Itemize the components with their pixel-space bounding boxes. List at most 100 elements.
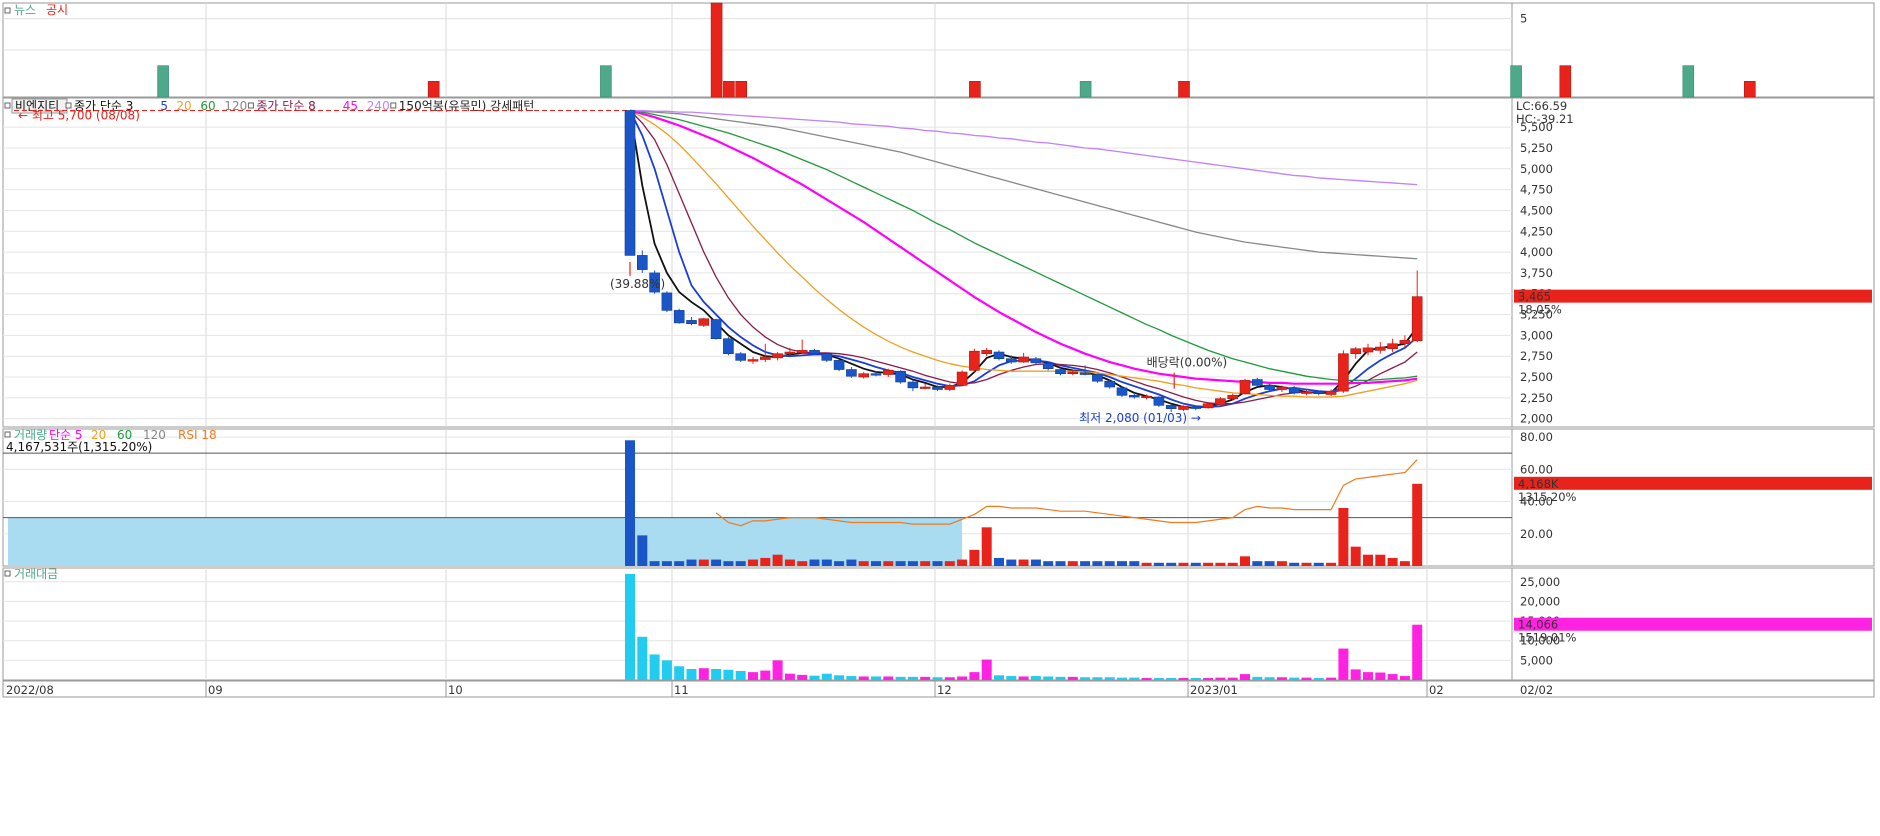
price-legend-box[interactable] [65, 102, 72, 109]
amount-bar [1387, 674, 1398, 680]
candle-body [858, 373, 870, 378]
news-bar [427, 81, 440, 98]
lc-label: LC:66.59 [1516, 99, 1567, 113]
panel-frame-price [2, 97, 1513, 428]
amount-bar [1043, 676, 1054, 680]
amount-bar [1190, 678, 1201, 680]
volume-bar [1030, 559, 1041, 566]
amount-bar [760, 670, 771, 680]
candle-body [1067, 371, 1079, 374]
amount-bar [1129, 677, 1140, 680]
volume-bar [809, 559, 820, 566]
candle-body [1018, 356, 1029, 363]
volume-bar [821, 559, 832, 566]
amount-bar [1178, 678, 1189, 680]
amount-bar [883, 676, 894, 680]
volume-bar [686, 559, 697, 566]
volume-bar [1387, 557, 1398, 566]
candle-body [747, 359, 759, 362]
price-tick-label: 4,500 [1520, 203, 1553, 217]
panel-frame-amount [2, 567, 1513, 681]
news-bar [1510, 65, 1522, 98]
xaxis-label: 11 [674, 683, 689, 697]
volume-bar [895, 561, 906, 566]
candle-body [944, 385, 956, 390]
candle-body [1178, 405, 1189, 410]
last-price-value: 3,465 [1518, 290, 1551, 304]
candle-body [784, 351, 796, 355]
volume-bar [932, 561, 943, 566]
price-legend-box[interactable] [4, 102, 11, 109]
hc-label: HC:-39.21 [1516, 112, 1574, 126]
amount-bar [809, 675, 820, 680]
amount-bar [1030, 676, 1041, 680]
candle-body [698, 318, 710, 326]
amount-bar [1067, 676, 1078, 680]
candle-body [969, 350, 980, 371]
candle-body [1362, 347, 1374, 353]
amount-bar [772, 660, 783, 680]
candle-body [1399, 340, 1411, 345]
news-bar [710, 2, 723, 98]
price-legend-box[interactable] [247, 102, 254, 109]
amount-bar [1006, 676, 1017, 680]
xaxis-label: 09 [208, 683, 223, 697]
candle-body [919, 386, 931, 389]
volume-bar [760, 557, 771, 566]
price-legend-box[interactable] [390, 102, 397, 109]
volume-bar [907, 561, 918, 566]
candle-body [1288, 387, 1300, 394]
amount-bar [858, 676, 869, 680]
candle-body [1202, 403, 1214, 409]
volume-tick-label: 60.00 [1520, 462, 1553, 476]
xaxis-label: 10 [448, 683, 463, 697]
amount-bar [637, 636, 648, 680]
amount-bar [698, 668, 709, 680]
candle-body [821, 353, 833, 361]
candle-body [1055, 369, 1066, 374]
amount-bar [661, 660, 672, 680]
xaxis-label: 12 [937, 683, 952, 697]
amount-bar [1301, 677, 1312, 680]
volume-bar [1067, 561, 1078, 566]
amount-bar [1313, 678, 1324, 680]
volume-bar [1399, 561, 1410, 566]
candle-body [1165, 405, 1177, 409]
volume-bar [748, 559, 758, 566]
volume-bar [1203, 562, 1214, 566]
xaxis-label: 2022/08 [6, 683, 54, 697]
rsi-oversold-fill [8, 517, 963, 566]
amount-bar [686, 668, 697, 680]
volume-bar [1252, 561, 1263, 566]
price-tick-label: 2,750 [1520, 349, 1553, 363]
news-bar [1559, 65, 1572, 98]
candle-body [1313, 391, 1325, 394]
candle-body [1375, 346, 1386, 351]
candle-body [1227, 395, 1238, 399]
price-tick-label: 2,500 [1520, 370, 1553, 384]
amount-legend-box[interactable] [4, 570, 11, 577]
amount-bar [1375, 672, 1386, 680]
candle-body [759, 356, 771, 360]
news-legend-box[interactable] [4, 7, 11, 14]
amount-bar [1326, 677, 1337, 680]
volume-legend-box[interactable] [4, 431, 11, 438]
last-volume-value: 4,168K [1518, 477, 1559, 491]
stock-chart[interactable]: 5뉴스 공시5,5005,2505,0004,7504,5004,2504,000… [0, 0, 1880, 836]
price-tick-label: 4,000 [1520, 245, 1553, 259]
amount-bar [735, 670, 746, 680]
amount-legend-item: 거래대금 [14, 567, 58, 581]
candle-body [1387, 343, 1398, 350]
candle-body [1042, 363, 1054, 369]
candle-body [981, 350, 993, 355]
candle-body [1104, 380, 1115, 388]
last-price-tag [1514, 289, 1872, 303]
amount-bar [1338, 648, 1349, 680]
candle-body [1116, 387, 1128, 396]
amount-tick-label: 5,000 [1520, 653, 1553, 667]
amount-bar [784, 673, 795, 680]
news-bar [969, 81, 981, 98]
candle-body [1276, 386, 1288, 390]
volume-bar [1264, 561, 1275, 566]
amount-bar [981, 659, 992, 680]
